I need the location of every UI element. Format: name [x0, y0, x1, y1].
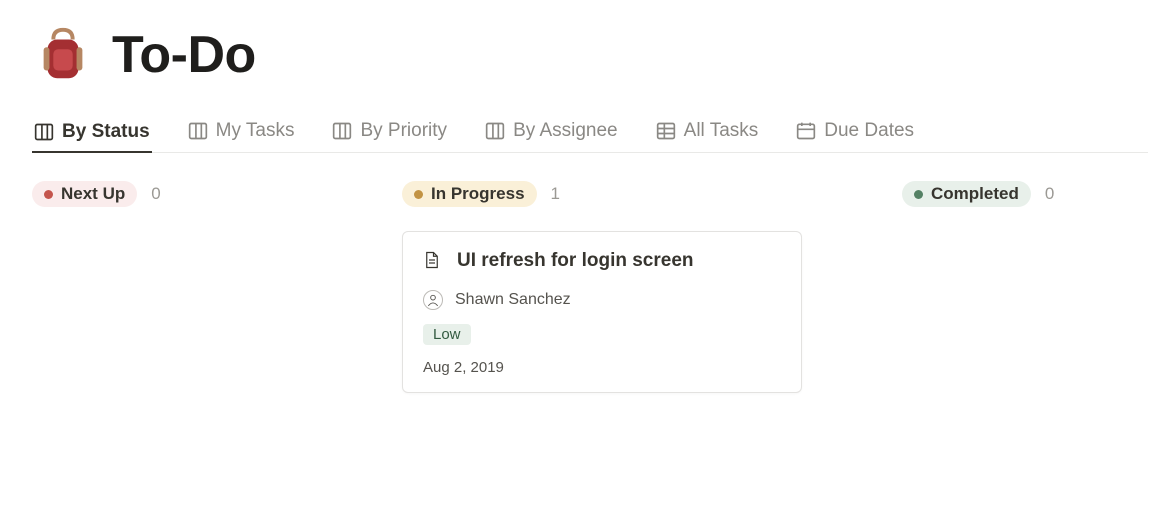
column-count: 0 — [1045, 184, 1054, 204]
column-header[interactable]: In Progress 1 — [402, 181, 832, 207]
tab-label: By Status — [62, 121, 150, 143]
tab-label: Due Dates — [824, 120, 914, 142]
status-pill-in-progress: In Progress — [402, 181, 537, 207]
status-pill-next-up: Next Up — [32, 181, 137, 207]
page-header: To-Do — [32, 24, 1148, 86]
status-dot-icon — [914, 190, 923, 199]
due-date: Aug 2, 2019 — [423, 359, 781, 376]
status-label: In Progress — [431, 184, 525, 204]
tab-due-dates[interactable]: Due Dates — [794, 114, 916, 152]
task-title: UI refresh for login screen — [457, 250, 694, 272]
tab-all-tasks[interactable]: All Tasks — [654, 114, 761, 152]
tab-by-assignee[interactable]: By Assignee — [483, 114, 620, 152]
column-count: 1 — [551, 184, 560, 204]
status-pill-completed: Completed — [902, 181, 1031, 207]
status-label: Next Up — [61, 184, 125, 204]
assignee-name: Shawn Sanchez — [455, 291, 571, 309]
board: Next Up 0 In Progress 1 UI refresh for l… — [32, 153, 1148, 393]
calendar-icon — [796, 121, 816, 141]
tab-label: By Priority — [360, 120, 447, 142]
avatar — [423, 290, 443, 310]
task-title-row: UI refresh for login screen — [423, 250, 781, 272]
view-tabs: By Status My Tasks By Priority By Assign… — [32, 114, 1148, 153]
task-card[interactable]: UI refresh for login screen Shawn Sanche… — [402, 231, 802, 393]
tab-by-priority[interactable]: By Priority — [330, 114, 449, 152]
status-label: Completed — [931, 184, 1019, 204]
page-icon — [423, 250, 443, 272]
tab-by-status[interactable]: By Status — [32, 115, 152, 153]
column-count: 0 — [151, 184, 160, 204]
board-icon — [485, 121, 505, 141]
backpack-icon — [32, 24, 94, 86]
board-icon — [332, 121, 352, 141]
priority-chip: Low — [423, 324, 471, 345]
tab-my-tasks[interactable]: My Tasks — [186, 114, 297, 152]
column-next-up: Next Up 0 — [32, 181, 332, 393]
tab-label: By Assignee — [513, 120, 618, 142]
column-header[interactable]: Completed 0 — [902, 181, 1160, 207]
status-dot-icon — [44, 190, 53, 199]
board-icon — [34, 122, 54, 142]
assignee-row: Shawn Sanchez — [423, 290, 781, 310]
page-title: To-Do — [112, 25, 256, 85]
column-header[interactable]: Next Up 0 — [32, 181, 332, 207]
table-icon — [656, 121, 676, 141]
board-icon — [188, 121, 208, 141]
status-dot-icon — [414, 190, 423, 199]
tab-label: All Tasks — [684, 120, 759, 142]
column-in-progress: In Progress 1 UI refresh for login scree… — [402, 181, 832, 393]
tab-label: My Tasks — [216, 120, 295, 142]
column-completed: Completed 0 — [902, 181, 1160, 393]
